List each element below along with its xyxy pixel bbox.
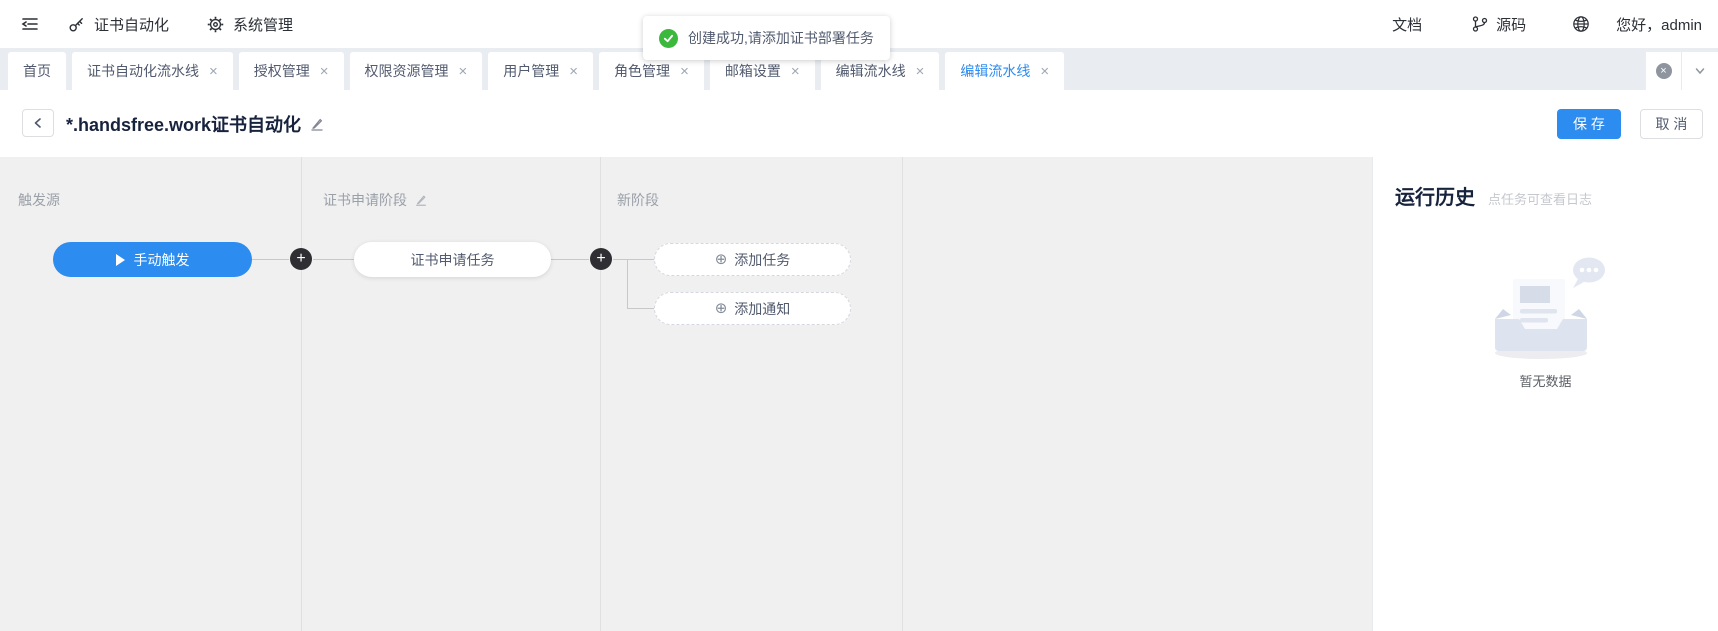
column-title: 新阶段 [617, 190, 659, 210]
history-subtitle: 点任务可查看日志 [1488, 189, 1592, 208]
nav-system-mgmt[interactable]: 系统管理 [207, 14, 293, 35]
tab-close-icon[interactable]: × [1040, 64, 1049, 79]
add-task-label: 添加任务 [734, 250, 790, 270]
nav-cert-automation[interactable]: 证书自动化 [68, 14, 169, 35]
tab-perm-resource-mgmt[interactable]: 权限资源管理 × [350, 52, 483, 90]
tab-label: 编辑流水线 [836, 61, 906, 81]
empty-state: 暂无数据 [1373, 257, 1718, 390]
plus-icon: + [296, 251, 305, 267]
column-divider [600, 157, 601, 631]
page-title: *.handsfree.work证书自动化 [66, 111, 301, 137]
tab-user-mgmt[interactable]: 用户管理 × [488, 52, 593, 90]
circle-plus-icon: ⊕ [715, 252, 728, 267]
page-title-wrap: *.handsfree.work证书自动化 [66, 90, 325, 157]
column-header-new-stage: 新阶段 [617, 190, 659, 210]
cert-request-task-node[interactable]: 证书申请任务 [354, 242, 551, 277]
git-branch-icon [1472, 16, 1488, 32]
tab-auth-mgmt[interactable]: 授权管理 × [239, 52, 344, 90]
run-history-panel: 运行历史 点任务可查看日志 暂无数据 [1372, 157, 1718, 631]
connector-line [627, 259, 628, 309]
docs-link[interactable]: 文档 [1392, 14, 1422, 35]
close-all-tabs-button[interactable]: × [1646, 52, 1681, 90]
globe-icon[interactable] [1572, 15, 1590, 33]
app-window: 证书自动化 系统管理 文档 [0, 0, 1718, 631]
edit-stage-icon[interactable] [414, 193, 428, 207]
toast-message: 创建成功,请添加证书部署任务 [688, 28, 874, 48]
connector-line [313, 259, 354, 260]
empty-inbox-illustration [1481, 257, 1611, 361]
column-header-trigger: 触发源 [18, 190, 60, 210]
tab-close-icon[interactable]: × [791, 64, 800, 79]
manual-trigger-node[interactable]: 手动触发 [53, 242, 252, 277]
tab-label: 角色管理 [614, 61, 670, 81]
connector-line [613, 259, 654, 260]
add-notification-button[interactable]: ⊕ 添加通知 [654, 292, 851, 325]
column-header-cert-stage: 证书申请阶段 [323, 190, 428, 210]
source-label: 源码 [1496, 14, 1526, 35]
key-icon [68, 16, 85, 33]
tab-controls: × [1646, 52, 1718, 90]
chevron-down-icon [1693, 64, 1707, 78]
save-button[interactable]: 保 存 [1557, 109, 1621, 139]
tab-label: 首页 [23, 61, 51, 81]
tab-label: 邮箱设置 [725, 61, 781, 81]
trigger-label: 手动触发 [134, 250, 190, 270]
tab-label: 权限资源管理 [365, 61, 449, 81]
success-check-icon [659, 29, 678, 48]
close-all-icon: × [1656, 63, 1672, 79]
success-toast: 创建成功,请添加证书部署任务 [643, 16, 890, 60]
column-title: 证书申请阶段 [323, 190, 407, 210]
tab-options-button[interactable] [1682, 52, 1717, 90]
tab-label: 编辑流水线 [960, 61, 1030, 81]
nav-label: 证书自动化 [94, 14, 169, 35]
menu-fold-icon[interactable] [20, 14, 40, 34]
plus-icon: + [596, 251, 605, 267]
play-icon [116, 254, 125, 266]
topbar-nav: 证书自动化 系统管理 [68, 14, 293, 35]
add-stage-button[interactable]: + [290, 248, 312, 270]
tab-close-icon[interactable]: × [916, 64, 925, 79]
source-link[interactable]: 源码 [1472, 14, 1526, 35]
add-stage-button[interactable]: + [590, 248, 612, 270]
tab-label: 授权管理 [254, 61, 310, 81]
topbar-right: 文档 源码 您好，admin [1392, 14, 1718, 35]
empty-text: 暂无数据 [1519, 371, 1571, 390]
tab-close-icon[interactable]: × [680, 64, 689, 79]
task-label: 证书申请任务 [411, 250, 495, 270]
connector-line [627, 308, 654, 309]
tab-edit-pipeline-2-active[interactable]: 编辑流水线 × [945, 52, 1064, 90]
tab-home[interactable]: 首页 [8, 52, 66, 90]
gear-icon [207, 16, 224, 33]
nav-label: 系统管理 [233, 14, 293, 35]
edit-title-icon[interactable] [309, 116, 325, 132]
history-title: 运行历史 [1395, 181, 1475, 210]
back-button[interactable] [22, 109, 54, 137]
add-notification-label: 添加通知 [734, 299, 790, 319]
circle-plus-icon: ⊕ [715, 301, 728, 316]
column-divider [902, 157, 903, 631]
cancel-button[interactable]: 取 消 [1640, 109, 1703, 139]
tab-label: 用户管理 [503, 61, 559, 81]
tab-label: 证书自动化流水线 [87, 61, 199, 81]
add-task-button[interactable]: ⊕ 添加任务 [654, 243, 851, 276]
connector-line [551, 259, 589, 260]
tab-cert-pipeline-list[interactable]: 证书自动化流水线 × [72, 52, 233, 90]
connector-line [252, 259, 289, 260]
user-greeting[interactable]: 您好，admin [1616, 14, 1702, 35]
column-divider [301, 157, 302, 631]
column-title: 触发源 [18, 190, 60, 210]
tab-close-icon[interactable]: × [320, 64, 329, 79]
chevron-left-icon [31, 116, 45, 130]
title-bar: *.handsfree.work证书自动化 保 存 取 消 [0, 90, 1718, 157]
history-header: 运行历史 点任务可查看日志 [1395, 181, 1592, 210]
tab-close-icon[interactable]: × [569, 64, 578, 79]
tab-list: 首页 证书自动化流水线 × 授权管理 × 权限资源管理 × 用户管理 × 角色管… [8, 52, 1064, 90]
tab-close-icon[interactable]: × [209, 64, 218, 79]
pipeline-canvas: 触发源 证书申请阶段 新阶段 + + [0, 157, 1372, 631]
tab-close-icon[interactable]: × [459, 64, 468, 79]
